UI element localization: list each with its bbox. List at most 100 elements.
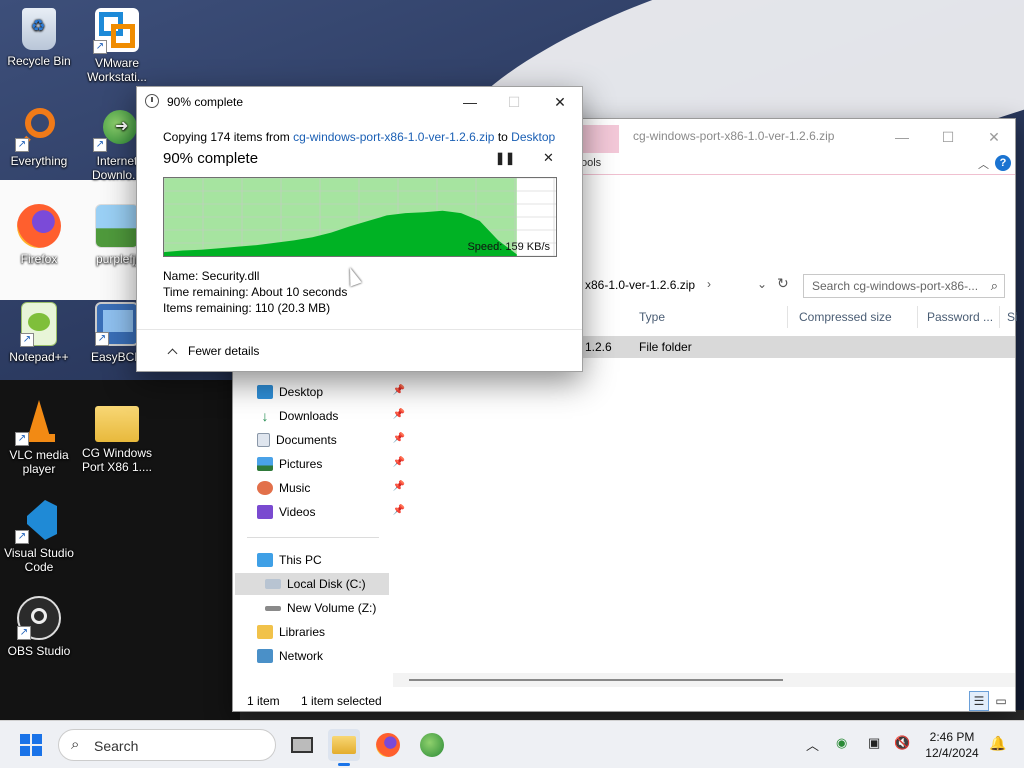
sidebar-item-this-pc[interactable]: This PC: [257, 549, 411, 571]
sidebar-item-label: Downloads: [279, 409, 339, 423]
pin-icon[interactable]: 📌: [393, 457, 405, 468]
column-header-password[interactable]: Password ...: [927, 310, 993, 324]
details-view-button[interactable]: ☰: [969, 691, 989, 711]
dialog-titlebar[interactable]: 90% complete — ☐ ✕: [137, 87, 582, 117]
desktop-icon-firefox[interactable]: Firefox: [0, 204, 78, 266]
taskbar-idm[interactable]: [416, 729, 448, 761]
desktop-icon-recycle-bin[interactable]: ♻ Recycle Bin: [0, 8, 78, 68]
network-status-icon[interactable]: ▣: [868, 735, 880, 751]
column-header-type[interactable]: Type: [639, 310, 665, 324]
refresh-icon[interactable]: ↻: [777, 275, 789, 292]
pause-button[interactable]: ❚❚: [495, 151, 515, 165]
address-path[interactable]: x86-1.0-ver-1.2.6.zip: [585, 278, 695, 292]
pin-icon[interactable]: 📌: [393, 409, 405, 420]
minimize-button[interactable]: —: [879, 123, 925, 151]
close-button[interactable]: ✕: [971, 123, 1017, 151]
address-dropdown-icon[interactable]: ⌄: [757, 277, 767, 291]
table-row[interactable]: 1.2.6 File folder: [577, 336, 1015, 358]
column-divider[interactable]: [917, 306, 918, 328]
sidebar-item-documents[interactable]: Documents 📌: [257, 429, 411, 451]
desktop-icon-label: CG Windows Port X86 1....: [81, 446, 153, 474]
sidebar-item-downloads[interactable]: ↓ Downloads 📌: [257, 405, 411, 427]
sidebar-item-label: Desktop: [279, 385, 324, 399]
explorer-title: cg-windows-port-x86-1.0-ver-1.2.6.zip: [633, 129, 835, 143]
pin-icon[interactable]: 📌: [393, 481, 405, 492]
document-icon: [257, 433, 270, 447]
taskbar-firefox[interactable]: [372, 729, 404, 761]
dialog-title: 90% complete: [167, 95, 244, 109]
file-type: File folder: [639, 340, 692, 354]
collapse-ribbon-icon[interactable]: ︿: [978, 156, 989, 172]
sidebar-item-libraries[interactable]: Libraries: [257, 621, 411, 643]
obs-icon: ↗: [17, 596, 61, 640]
taskbar-clock[interactable]: 2:46 PM 12/4/2024: [918, 729, 986, 761]
minimize-button[interactable]: —: [447, 89, 493, 115]
fewer-details-button[interactable]: Fewer details: [165, 344, 259, 358]
copy-progress-dialog[interactable]: 90% complete — ☐ ✕ Copying 174 items fro…: [136, 86, 583, 372]
task-view-button[interactable]: [286, 729, 318, 761]
maximize-button[interactable]: ☐: [925, 123, 971, 151]
start-button[interactable]: [20, 734, 42, 756]
close-button[interactable]: ✕: [537, 89, 583, 115]
file-name: 1.2.6: [585, 340, 612, 354]
sidebar-item-videos[interactable]: Videos 📌: [257, 501, 411, 523]
recycle-bin-icon: ♻: [22, 8, 56, 50]
help-icon[interactable]: ?: [995, 155, 1011, 171]
status-item-count: 1 item: [247, 694, 280, 708]
desktop-icon-label: Firefox: [20, 252, 58, 266]
scrollbar-thumb[interactable]: [409, 679, 783, 681]
pin-icon[interactable]: 📌: [393, 385, 405, 396]
ribbon-tab-tools[interactable]: ools: [581, 157, 601, 169]
show-hidden-icons-chevron-icon[interactable]: ︿: [806, 735, 819, 754]
desktop-icon-label: Visual Studio Code: [4, 546, 74, 574]
source-link[interactable]: cg-windows-port-x86-1.0-ver-1.2.6.zip: [293, 130, 494, 144]
shortcut-arrow-icon: ↗: [20, 333, 34, 347]
search-input[interactable]: Search cg-windows-port-x86-... ⌕: [803, 274, 1005, 298]
column-header-compressed-size[interactable]: Compressed size: [799, 310, 892, 324]
idm-icon: [420, 733, 444, 757]
desktop-icon-vlc[interactable]: ↗ VLC media player: [0, 400, 78, 476]
desktop-icon-label: Recycle Bin: [7, 54, 71, 68]
volume-muted-icon[interactable]: 🔇: [894, 735, 910, 751]
taskbar-file-explorer[interactable]: [328, 729, 360, 766]
notification-bell-icon[interactable]: 🔔: [989, 735, 1006, 752]
column-divider[interactable]: [999, 306, 1000, 328]
cancel-copy-button[interactable]: ✕: [543, 150, 554, 166]
ribbon-context-tab[interactable]: [583, 125, 619, 153]
sidebar-item-new-volume[interactable]: New Volume (Z:): [265, 597, 419, 619]
desktop-icon-notepad-plus-plus[interactable]: ↗ Notepad++: [0, 302, 78, 364]
desktop-icon-everything[interactable]: ↗ Everything: [0, 106, 78, 168]
transfer-speed-graph: Speed: 159 KB/s: [163, 177, 557, 257]
column-headers: Type Compressed size Password ... Si: [577, 306, 1018, 330]
desktop-icon-obs-studio[interactable]: ↗ OBS Studio: [0, 596, 78, 658]
sidebar-item-desktop[interactable]: Desktop 📌: [257, 381, 411, 403]
pin-icon[interactable]: 📌: [393, 505, 405, 516]
shortcut-arrow-icon: ↗: [93, 40, 107, 54]
idm-tray-icon[interactable]: ◉: [836, 735, 847, 751]
sidebar-item-network[interactable]: Network: [257, 645, 411, 667]
vscode-icon: ↗: [15, 498, 61, 544]
sidebar-item-music[interactable]: Music 📌: [257, 477, 411, 499]
vlc-icon: ↗: [15, 400, 61, 446]
desktop-icon-cg-windows-port[interactable]: CG Windows Port X86 1....: [78, 400, 156, 474]
dialog-divider: [137, 329, 582, 330]
sidebar-item-label: This PC: [279, 553, 322, 567]
transfer-speed: Speed: 159 KB/s: [467, 241, 550, 253]
breadcrumb-chevron-icon[interactable]: ›: [707, 277, 711, 291]
sidebar-item-pictures[interactable]: Pictures 📌: [257, 453, 411, 475]
large-icons-view-button[interactable]: ▭: [991, 691, 1011, 711]
horizontal-scrollbar[interactable]: [393, 673, 1015, 687]
destination-link[interactable]: Desktop: [511, 130, 555, 144]
desktop-icon-vscode[interactable]: ↗ Visual Studio Code: [0, 498, 78, 574]
column-divider[interactable]: [787, 306, 788, 328]
desktop-icon-vmware[interactable]: ↗ VMware Workstati...: [78, 8, 156, 84]
sidebar-item-local-disk[interactable]: Local Disk (C:): [235, 573, 389, 595]
pin-icon[interactable]: 📌: [393, 433, 405, 444]
search-icon: ⌕: [990, 278, 998, 293]
sidebar-item-label: Local Disk (C:): [287, 577, 366, 591]
address-bar[interactable]: x86-1.0-ver-1.2.6.zip › ⌄ ↻: [585, 274, 797, 296]
clock-icon: [145, 94, 159, 108]
column-header-size[interactable]: Si: [1007, 310, 1018, 324]
drive-icon: [265, 579, 281, 589]
taskbar-search[interactable]: ⌕ Search: [58, 729, 276, 761]
